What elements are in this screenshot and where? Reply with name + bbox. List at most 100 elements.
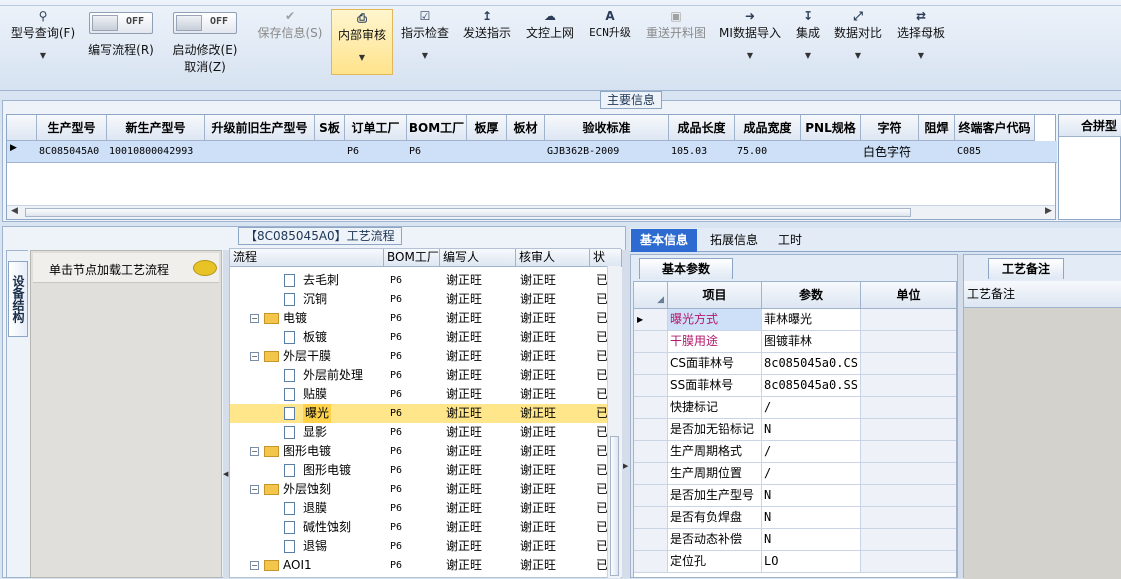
- scrollbar-thumb[interactable]: [610, 436, 619, 576]
- integrate-button[interactable]: ↧ 集成 ▼: [790, 8, 826, 78]
- column-header[interactable]: S板: [315, 115, 345, 141]
- tab-work-hours[interactable]: 工时: [770, 229, 810, 252]
- collapse-toggle-icon[interactable]: −: [250, 352, 259, 361]
- tree-row[interactable]: 退膜 P6 谢正旺 谢正旺已: [230, 499, 620, 518]
- collapse-toggle-icon[interactable]: −: [250, 561, 259, 570]
- write-process-toggle[interactable]: OFF 编写流程(R): [84, 12, 158, 82]
- data-compare-button[interactable]: ⤢ 数据对比 ▼: [830, 8, 886, 78]
- tree-row[interactable]: − 外层蚀刻 P6 谢正旺 谢正旺已: [230, 480, 620, 499]
- tree-row[interactable]: − 图形电镀 P6 谢正旺 谢正旺已: [230, 442, 620, 461]
- param-value[interactable]: 8c085045a0.SS: [762, 375, 861, 396]
- tree-row[interactable]: 曝光 P6 谢正旺 谢正旺已: [230, 404, 620, 423]
- tree-row[interactable]: 图形电镀 P6 谢正旺 谢正旺已: [230, 461, 620, 480]
- model-query-button[interactable]: ⚲ 型号查询(F) ▼: [6, 8, 80, 78]
- tree-row[interactable]: 贴膜 P6 谢正旺 谢正旺已: [230, 385, 620, 404]
- tree-row[interactable]: 显影 P6 谢正旺 谢正旺已: [230, 423, 620, 442]
- tree-row[interactable]: 板镀 P6 谢正旺 谢正旺已: [230, 328, 620, 347]
- mi-data-import-button[interactable]: ➜ MI数据导入 ▼: [716, 8, 784, 78]
- note-textarea[interactable]: [964, 308, 1121, 579]
- start-modify-toggle[interactable]: OFF 启动修改(E) 取消(Z): [168, 12, 242, 82]
- select-master-board-button[interactable]: ⇄ 选择母板 ▼: [893, 8, 949, 78]
- column-header-item[interactable]: 项目: [668, 282, 762, 309]
- tree-row[interactable]: − AOI1 P6 谢正旺 谢正旺已: [230, 556, 620, 575]
- param-row[interactable]: 是否动态补偿 N: [634, 529, 956, 551]
- equipment-structure-tab[interactable]: 设备结构: [8, 261, 28, 337]
- collapse-toggle-icon[interactable]: −: [250, 314, 259, 323]
- param-value[interactable]: /: [762, 463, 861, 484]
- vertical-scrollbar[interactable]: [607, 266, 621, 578]
- node-panel[interactable]: 单击节点加载工艺流程: [30, 250, 222, 578]
- column-header[interactable]: 新生产型号: [107, 115, 205, 141]
- collapse-toggle-icon[interactable]: −: [250, 485, 259, 494]
- param-value[interactable]: N: [762, 485, 861, 506]
- column-header-unit[interactable]: 单位: [861, 282, 957, 309]
- column-header[interactable]: 流程: [230, 249, 384, 267]
- internal-review-button[interactable]: ⎙ 内部审核 ▼: [331, 9, 393, 75]
- tree-row[interactable]: − 电镀 P6 谢正旺 谢正旺已: [230, 309, 620, 328]
- column-header[interactable]: 核审人: [516, 249, 590, 267]
- column-header[interactable]: 阻焊: [919, 115, 955, 141]
- tab-basic-info[interactable]: 基本信息: [631, 229, 697, 252]
- instruction-check-button[interactable]: ☑ 指示检查 ▼: [398, 8, 452, 78]
- horizontal-scrollbar[interactable]: ◀ ▶: [7, 205, 1055, 219]
- save-info-button[interactable]: ✔ 保存信息(S): [252, 8, 328, 78]
- param-value[interactable]: 菲林曝光: [762, 309, 861, 330]
- param-value[interactable]: N: [762, 529, 861, 550]
- tree-row[interactable]: 去毛刺 P6 谢正旺 谢正旺已: [230, 271, 620, 290]
- param-value[interactable]: 8c085045a0.CS: [762, 353, 861, 374]
- param-row[interactable]: 快捷标记 /: [634, 397, 956, 419]
- tree-row[interactable]: 退锡 P6 谢正旺 谢正旺已: [230, 537, 620, 556]
- param-row[interactable]: 生产周期格式 /: [634, 441, 956, 463]
- param-row[interactable]: 干膜用途 图镀菲林: [634, 331, 956, 353]
- param-row[interactable]: 是否加生产型号 N: [634, 485, 956, 507]
- send-instruction-button[interactable]: ↥ 发送指示: [459, 8, 515, 78]
- param-row[interactable]: 是否有负焊盘 N: [634, 507, 956, 529]
- collapse-toggle-icon[interactable]: −: [250, 447, 259, 456]
- param-row[interactable]: ▶ 曝光方式 菲林曝光: [634, 309, 956, 331]
- column-header[interactable]: 字符: [861, 115, 919, 141]
- column-header[interactable]: 编写人: [440, 249, 516, 267]
- column-header[interactable]: 升级前旧生产型号: [205, 115, 315, 141]
- tab-process-note[interactable]: 工艺备注: [988, 258, 1064, 279]
- resend-cutting-drawing-button[interactable]: ▣ 重送开料图: [642, 8, 710, 78]
- scroll-left-icon[interactable]: ◀: [11, 206, 18, 216]
- param-value[interactable]: N: [762, 419, 861, 440]
- ecn-upgrade-button[interactable]: A ECN升级: [584, 8, 636, 78]
- param-row[interactable]: 定位孔 LO: [634, 551, 956, 573]
- column-header[interactable]: 订单工厂: [345, 115, 407, 141]
- column-header[interactable]: 验收标准: [545, 115, 669, 141]
- tree-row[interactable]: 外层前处理 P6 谢正旺 谢正旺已: [230, 366, 620, 385]
- scrollbar-thumb[interactable]: [25, 208, 911, 217]
- tab-basic-params[interactable]: 基本参数: [639, 258, 733, 279]
- param-row[interactable]: SS面菲林号 8c085045a0.SS: [634, 375, 956, 397]
- column-header[interactable]: 状: [590, 249, 622, 267]
- column-header[interactable]: 成品长度: [669, 115, 735, 141]
- column-header[interactable]: 板厚: [467, 115, 507, 141]
- column-header[interactable]: 终端客户代码: [955, 115, 1035, 141]
- param-row[interactable]: 是否加无铅标记 N: [634, 419, 956, 441]
- scroll-right-icon[interactable]: ▶: [1045, 206, 1052, 216]
- param-value[interactable]: /: [762, 441, 861, 462]
- column-header-param[interactable]: 参数: [762, 282, 861, 309]
- param-row[interactable]: CS面菲林号 8c085045a0.CS: [634, 353, 956, 375]
- tree-row[interactable]: − 外层干膜 P6 谢正旺 谢正旺已: [230, 347, 620, 366]
- toggle-switch[interactable]: OFF: [89, 12, 153, 34]
- column-header[interactable]: BOM工厂: [407, 115, 467, 141]
- tab-extended-info[interactable]: 拓展信息: [702, 229, 766, 252]
- param-value[interactable]: LO: [762, 551, 861, 572]
- param-value[interactable]: 图镀菲林: [762, 331, 861, 352]
- column-header[interactable]: PNL规格: [801, 115, 861, 141]
- toggle-switch[interactable]: OFF: [173, 12, 237, 34]
- process-node-label: 退膜: [303, 501, 328, 515]
- doc-control-upload-button[interactable]: ☁ 文控上网: [522, 8, 578, 78]
- tree-row[interactable]: 碱性蚀刻 P6 谢正旺 谢正旺已: [230, 518, 620, 537]
- param-row[interactable]: 生产周期位置 /: [634, 463, 956, 485]
- column-header[interactable]: BOM工厂: [384, 249, 440, 267]
- column-header[interactable]: 生产型号: [37, 115, 107, 141]
- tree-row[interactable]: 沉铜 P6 谢正旺 谢正旺已: [230, 290, 620, 309]
- column-header[interactable]: 板材: [507, 115, 545, 141]
- param-value[interactable]: /: [762, 397, 861, 418]
- column-header[interactable]: 成品宽度: [735, 115, 801, 141]
- param-value[interactable]: N: [762, 507, 861, 528]
- splitter-right[interactable]: ▶: [622, 250, 630, 578]
